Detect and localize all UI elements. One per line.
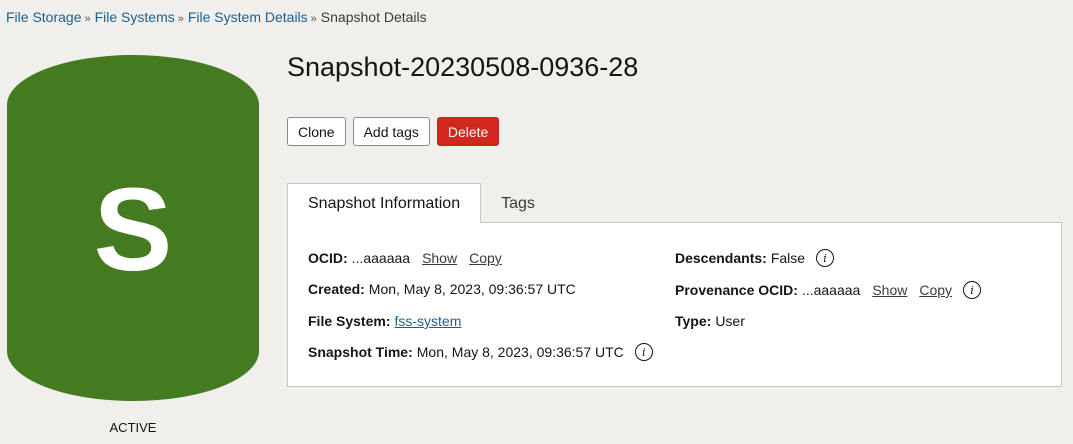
- breadcrumb-separator: »: [177, 13, 184, 25]
- created-value: Mon, May 8, 2023, 09:36:57 UTC: [368, 281, 576, 297]
- resource-badge: S: [7, 55, 259, 401]
- ocid-copy-link[interactable]: Copy: [469, 250, 502, 266]
- provenance-ocid-row: Provenance OCID: ...aaaaaa Show Copy i: [675, 281, 982, 299]
- provenance-ocid-copy-link[interactable]: Copy: [919, 282, 952, 298]
- type-label: Type:: [675, 313, 712, 329]
- type-value: User: [715, 313, 745, 329]
- breadcrumb-separator: »: [84, 13, 91, 25]
- descendants-value: False: [770, 250, 806, 266]
- provenance-ocid-label: Provenance OCID:: [675, 282, 798, 298]
- breadcrumb-file-systems[interactable]: File Systems: [95, 9, 175, 25]
- ocid-row: OCID: ...aaaaaa Show Copy: [308, 250, 502, 266]
- provenance-ocid-show-link[interactable]: Show: [872, 282, 907, 298]
- file-system-label: File System:: [308, 313, 391, 329]
- type-row: Type: User: [675, 313, 745, 329]
- tab-tags[interactable]: Tags: [481, 184, 555, 223]
- snapshot-time-row: Snapshot Time: Mon, May 8, 2023, 09:36:5…: [308, 343, 653, 361]
- breadcrumb-file-storage[interactable]: File Storage: [6, 9, 81, 25]
- breadcrumb-current: Snapshot Details: [320, 9, 427, 25]
- breadcrumb-separator: »: [310, 13, 317, 25]
- breadcrumb-file-system-details[interactable]: File System Details: [188, 9, 308, 25]
- page-title: Snapshot-20230508-0936-28: [287, 52, 639, 82]
- file-system-link[interactable]: fss-system: [394, 313, 461, 329]
- action-bar: Clone Add tags Delete: [287, 117, 506, 146]
- breadcrumb: File Storage» File Systems» File System De…: [6, 9, 427, 25]
- ocid-label: OCID:: [308, 250, 348, 266]
- snapshot-time-label: Snapshot Time:: [308, 344, 413, 360]
- ocid-value: ...aaaaaa: [351, 250, 411, 266]
- ocid-show-link[interactable]: Show: [422, 250, 457, 266]
- status-label: ACTIVE: [109, 420, 157, 435]
- tab-snapshot-information[interactable]: Snapshot Information: [287, 183, 482, 223]
- descendants-label: Descendants:: [675, 250, 767, 266]
- descendants-row: Descendants: False i: [675, 249, 835, 267]
- file-system-row: File System: fss-system: [308, 313, 461, 329]
- created-label: Created:: [308, 281, 365, 297]
- snapshot-time-value: Mon, May 8, 2023, 09:36:57 UTC: [416, 344, 624, 360]
- info-icon[interactable]: i: [816, 249, 835, 267]
- info-icon[interactable]: i: [963, 281, 982, 299]
- created-row: Created: Mon, May 8, 2023, 09:36:57 UTC: [308, 281, 576, 297]
- snapshot-information-panel: OCID: ...aaaaaa Show Copy Created: Mon, …: [287, 222, 1062, 387]
- delete-button[interactable]: Delete: [436, 117, 500, 146]
- badge-letter: S: [93, 164, 173, 296]
- clone-button[interactable]: Clone: [287, 117, 346, 146]
- add-tags-button[interactable]: Add tags: [352, 117, 430, 146]
- tab-bar: Snapshot Information Tags: [287, 183, 555, 223]
- info-icon[interactable]: i: [634, 343, 653, 361]
- provenance-ocid-value: ...aaaaaa: [801, 282, 861, 298]
